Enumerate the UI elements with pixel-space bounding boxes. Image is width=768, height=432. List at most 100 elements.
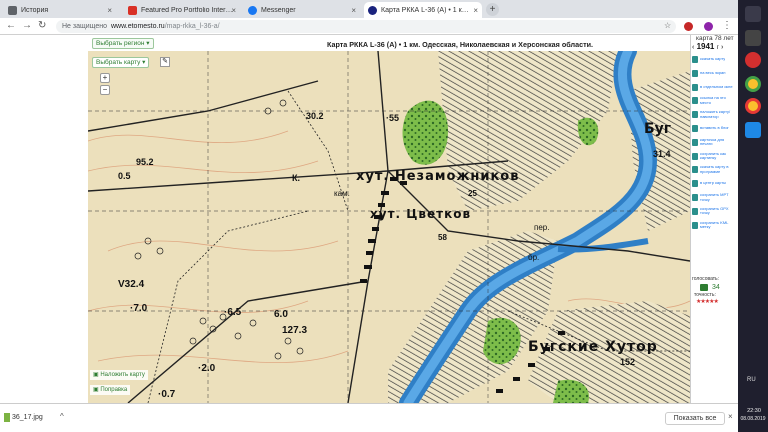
elevation-label: 0.5 (118, 171, 131, 181)
tool-icon (692, 69, 698, 77)
left-blank-panel (0, 35, 90, 403)
tool-item[interactable]: скачать карту (692, 54, 736, 65)
address-bar[interactable]: Не защищено www.etomesto.ru /map-rkka_l-… (56, 20, 676, 33)
tool-item[interactable]: ссылка на это место (692, 95, 736, 106)
history-icon (8, 5, 17, 15)
settlement-label: хут. Цветков (370, 207, 472, 221)
tool-item[interactable]: сохранить MPT точку (692, 192, 736, 203)
tool-label: карточка для печати (700, 137, 725, 147)
edit-pencil-icon[interactable]: ✎ (160, 57, 170, 67)
tool-item[interactable]: на весь экран (692, 68, 736, 79)
close-icon[interactable]: × (231, 6, 236, 15)
tool-item[interactable]: вставить в блог (692, 123, 736, 134)
os-taskbar: RU 22:30 08.08.2019 (738, 0, 768, 432)
map-label: 25 (468, 189, 477, 198)
overlay-map-link[interactable]: ▣ Наложить карту (90, 370, 148, 380)
elevation-label: 30.2 (306, 111, 324, 121)
elevation-label: V32.4 (118, 279, 145, 290)
tool-label: сохранить KML метку (700, 220, 729, 230)
chevron-up-icon[interactable]: ^ (60, 412, 64, 421)
chrome-icon[interactable] (745, 76, 761, 92)
zoom-out-button[interactable]: − (100, 85, 110, 95)
downloaded-file[interactable]: 36_17.jpg (12, 414, 43, 421)
tab-history[interactable]: История × (4, 2, 116, 18)
clock-time[interactable]: 22:30 (740, 408, 768, 414)
app-icon[interactable] (745, 30, 761, 46)
thumbs-up-icon[interactable] (700, 284, 708, 291)
tool-label: сохранить как картинку (700, 151, 726, 161)
votes-count: 34 (712, 284, 720, 291)
elevation-label: ·6.5 (224, 307, 242, 318)
close-icon[interactable]: × (351, 6, 356, 15)
tool-icon (692, 207, 698, 215)
site-icon (368, 5, 377, 15)
tool-item[interactable]: наложить карту/навигатор (692, 109, 736, 120)
forward-icon[interactable]: → (22, 20, 32, 31)
tool-label: в центр карты (700, 181, 726, 186)
tab-map[interactable]: Карта РККА L-36 (А) • 1 км. Одес × (364, 2, 482, 18)
zoom-in-button[interactable]: + (100, 73, 110, 83)
close-icon[interactable]: × (473, 6, 478, 15)
app-icon[interactable] (745, 122, 761, 138)
tool-item[interactable]: в отдельном окне (692, 82, 736, 93)
language-indicator[interactable]: RU (747, 377, 756, 383)
tool-item[interactable]: в центр карты (692, 178, 736, 189)
web-page: Выбрать регион ▾ Карта РККА L-36 (А) • 1… (0, 35, 738, 403)
elevation-label: ·0.7 (158, 389, 176, 400)
year-selector[interactable]: ‹ 1941 г › (690, 42, 738, 51)
chrome-icon[interactable] (745, 98, 761, 114)
url-domain: www.etomesto.ru (111, 23, 165, 30)
tool-label: скачать карту в программе (700, 165, 729, 174)
settlement-label: Бугские Хутор (528, 339, 658, 355)
menu-dots-icon[interactable]: ⋮ (722, 20, 732, 31)
show-all-button[interactable]: Показать все (665, 412, 725, 425)
tab-label: Featured Pro Portfolio Interview (141, 6, 233, 14)
correction-link[interactable]: ▣ Поправка (90, 385, 131, 395)
extension-icon[interactable] (684, 22, 693, 31)
browser-toolbar: ← → ↻ Не защищено www.etomesto.ru /map-r… (0, 18, 738, 35)
select-region-button[interactable]: Выбрать регион ▾ (92, 38, 154, 49)
tool-icon (692, 166, 698, 174)
map-label: бр. (528, 253, 540, 262)
reload-icon[interactable]: ↻ (38, 20, 46, 31)
elevation-label: ·7.0 (130, 303, 148, 314)
tab-strip: История × Featured Pro Portfolio Intervi… (0, 0, 738, 18)
elevation-label: ·55 (386, 113, 400, 123)
tool-item[interactable]: сохранить KML метку (692, 220, 736, 231)
tool-item[interactable]: сохранить GPX точку (692, 206, 736, 217)
votes-label: голосовать: (692, 276, 720, 282)
app-icon[interactable] (745, 6, 761, 22)
tool-label: в отдельном окне (700, 84, 733, 89)
close-icon[interactable]: × (107, 6, 112, 15)
tool-icon (692, 83, 698, 91)
map-viewport[interactable]: хут. Незаможников хут. Цветков Бугские Х… (88, 51, 690, 403)
tool-item[interactable]: скачать карту в программе (692, 164, 736, 175)
tool-label: вставить в блог (700, 126, 729, 131)
map-label: 152 (620, 357, 636, 367)
tool-icon (692, 152, 698, 160)
select-map-button[interactable]: Выбрать карту ▾ (92, 57, 150, 68)
new-tab-button[interactable]: + (486, 3, 499, 16)
bookmark-star-icon[interactable]: ☆ (664, 21, 671, 30)
tool-item[interactable]: сохранить как картинку (692, 151, 736, 162)
clock-date[interactable]: 08.08.2019 (738, 416, 768, 422)
back-icon[interactable]: ← (6, 20, 16, 31)
tool-item[interactable]: карточка для печати (692, 137, 736, 148)
tool-label: сохранить GPX точку (700, 206, 729, 216)
tool-icon (692, 56, 698, 63)
map-label: 58 (438, 233, 447, 242)
settlement-label: хут. Незаможников (356, 169, 520, 184)
download-bar: 36_17.jpg ^ Показать все × (0, 403, 738, 432)
gmail-icon (128, 5, 137, 15)
tab-featured[interactable]: Featured Pro Portfolio Interview × (124, 2, 240, 18)
profile-avatar[interactable] (704, 22, 713, 31)
elevation-label: ·2.0 (198, 363, 216, 374)
tool-icon (692, 125, 698, 132)
close-icon[interactable]: × (728, 412, 733, 421)
tool-icon (692, 138, 698, 146)
opera-icon[interactable] (745, 52, 761, 68)
tab-messenger[interactable]: Messenger × (244, 2, 360, 18)
tool-icon (692, 221, 698, 229)
accuracy-stars[interactable]: ★★★★★ (696, 298, 719, 305)
map-label: кам. (334, 189, 350, 198)
